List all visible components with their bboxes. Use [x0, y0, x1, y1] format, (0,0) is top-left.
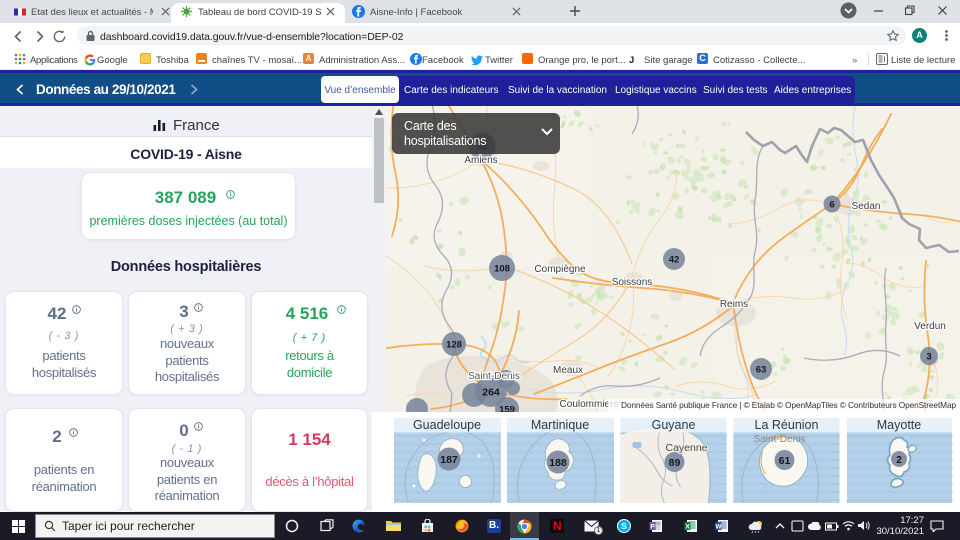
- svg-text:Reims: Reims: [720, 299, 748, 310]
- svg-text:61: 61: [779, 455, 791, 467]
- svg-text:S: S: [621, 521, 627, 531]
- svg-text:187: 187: [440, 454, 458, 466]
- svg-text:108: 108: [494, 264, 510, 275]
- svg-text:264: 264: [482, 387, 500, 399]
- svg-text:188: 188: [549, 457, 567, 469]
- svg-text:128: 128: [446, 340, 462, 351]
- svg-text:Meaux: Meaux: [553, 365, 583, 376]
- svg-text:Sedan: Sedan: [852, 201, 881, 212]
- svg-text:La Réunion: La Réunion: [755, 418, 819, 432]
- svg-text:Martinique: Martinique: [531, 418, 589, 432]
- svg-text:2: 2: [896, 455, 902, 466]
- svg-text:89: 89: [669, 457, 681, 469]
- svg-text:63: 63: [756, 365, 767, 376]
- svg-text:Saint-Denis: Saint-Denis: [754, 434, 806, 445]
- svg-text:Verdun: Verdun: [914, 321, 946, 332]
- svg-text:Amiens: Amiens: [464, 155, 497, 166]
- svg-text:Mayotte: Mayotte: [877, 418, 922, 432]
- svg-text:Compiègne: Compiègne: [534, 264, 586, 275]
- svg-text:6: 6: [829, 200, 834, 211]
- svg-text:P: P: [650, 523, 655, 530]
- svg-text:Guyane: Guyane: [652, 418, 696, 432]
- svg-text:Guadeloupe: Guadeloupe: [413, 418, 481, 432]
- svg-text:42: 42: [669, 255, 680, 266]
- svg-text:Cayenne: Cayenne: [665, 442, 707, 454]
- svg-text:Soissons: Soissons: [612, 277, 653, 288]
- svg-text:W: W: [715, 523, 722, 530]
- svg-text:159: 159: [499, 405, 515, 413]
- svg-text:X: X: [685, 523, 690, 530]
- svg-text:3: 3: [926, 352, 931, 363]
- svg-text:Saint-Denis: Saint-Denis: [468, 371, 520, 382]
